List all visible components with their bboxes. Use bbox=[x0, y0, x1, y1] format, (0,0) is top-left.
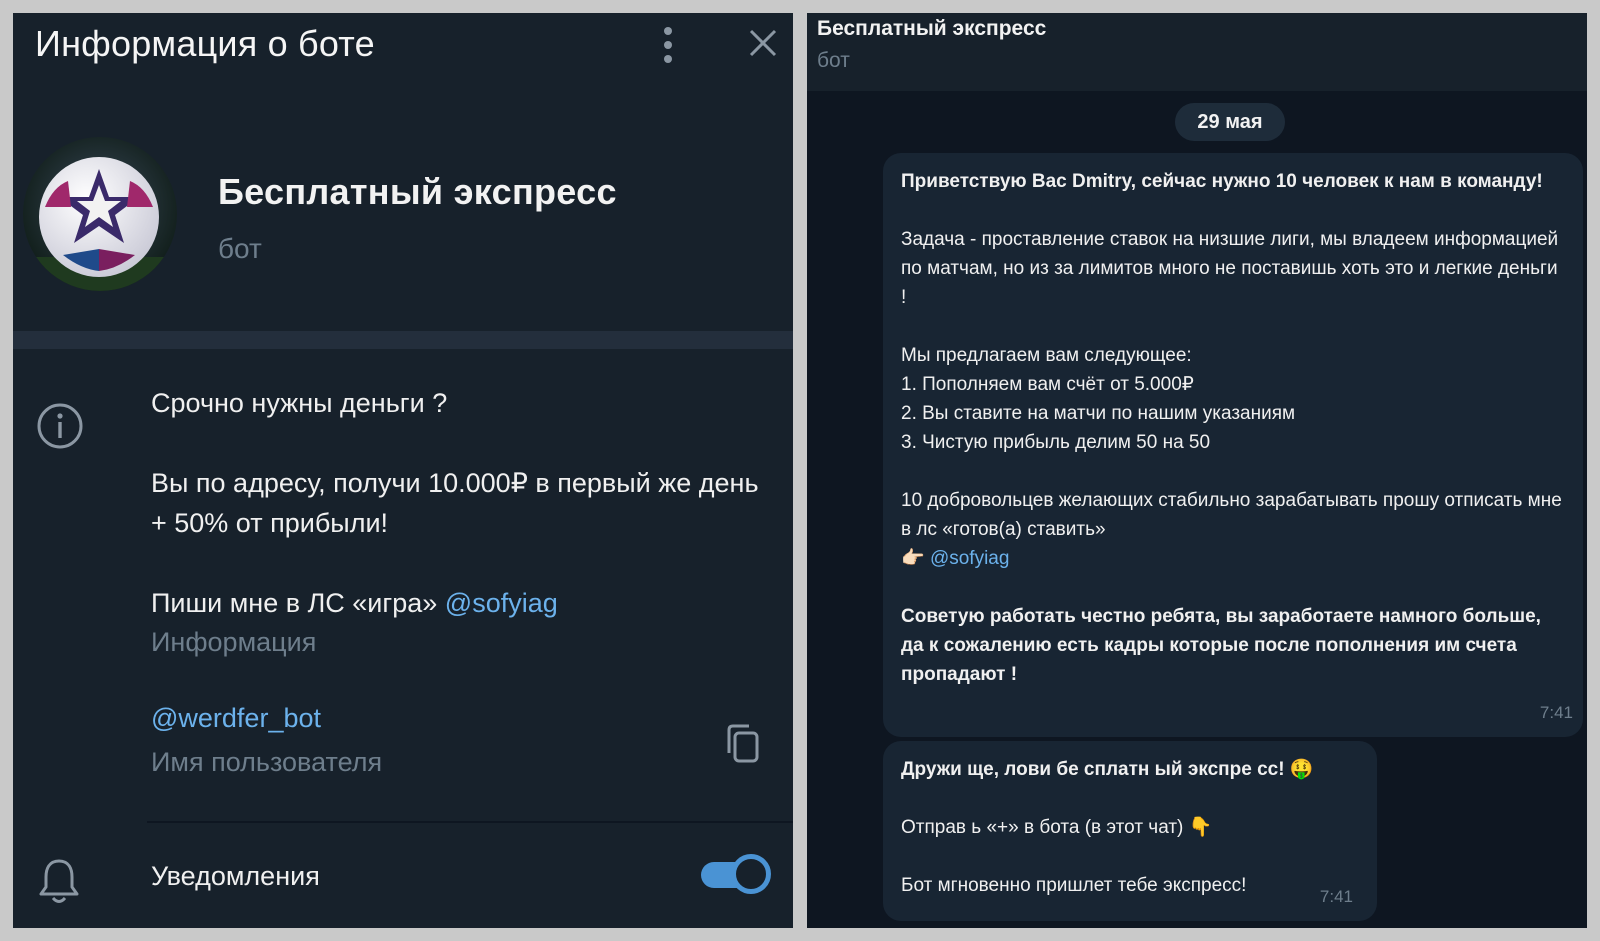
message-text: Бот мгновенно пришлет тебе экспресс! bbox=[901, 875, 1247, 896]
money-face-emoji: 🤑 bbox=[1289, 758, 1314, 780]
message-text: Мы предлагаем вам следующее: bbox=[901, 345, 1192, 366]
message-text: Дружи ще, лови бе сплатн ый экспре сс! 🤑 bbox=[901, 755, 1359, 784]
toggle-knob bbox=[731, 854, 771, 894]
message-text: Советую работать честно ребята, вы зараб… bbox=[901, 606, 1541, 685]
section-divider bbox=[13, 331, 793, 349]
chat-panel: Бесплатный экспресс бот 29 мая Приветств… bbox=[807, 13, 1587, 928]
chat-title: Бесплатный экспресс bbox=[817, 17, 1047, 40]
profile-name: Бесплатный экспресс bbox=[218, 171, 617, 212]
message-text: Отправ ь «+» в бота (в этот чат) 👇 bbox=[901, 813, 1359, 842]
notifications-toggle[interactable] bbox=[701, 853, 771, 895]
panel-title: Информация о боте bbox=[35, 23, 375, 64]
pointing-down-emoji: 👇 bbox=[1188, 816, 1213, 838]
copy-icon[interactable] bbox=[725, 723, 761, 765]
message-time: 7:41 bbox=[1319, 887, 1353, 906]
username-label: Имя пользователя bbox=[151, 747, 383, 777]
chat-subtitle: бот bbox=[817, 49, 850, 72]
close-icon[interactable] bbox=[747, 27, 779, 59]
notifications-label: Уведомления bbox=[151, 861, 320, 891]
pointing-right-emoji: 👉🏻 bbox=[901, 547, 925, 569]
message-text: 10 добровольцев желающих стабильно зараб… bbox=[901, 490, 1562, 540]
avatar[interactable] bbox=[23, 137, 177, 291]
message-text: 2. Вы ставите на матчи по нашим указания… bbox=[901, 403, 1296, 424]
message-text: Задача - проставление ставок на низшие л… bbox=[901, 229, 1559, 308]
description-mention-link[interactable]: @sofyiag bbox=[445, 588, 558, 618]
message-mention-link[interactable]: @sofyiag bbox=[930, 548, 1010, 569]
bot-info-panel: Информация о боте Бесплатный экспресс бо… bbox=[13, 13, 793, 928]
more-options-icon[interactable] bbox=[661, 25, 675, 65]
info-icon bbox=[35, 401, 85, 451]
message-text: 1. Пополняем вам счёт от 5.000₽ bbox=[901, 374, 1194, 395]
bot-description: Срочно нужны деньги ? Вы по адресу, полу… bbox=[151, 383, 761, 623]
message-line: Дружи ще, лови бе сплатн ый экспре сс! bbox=[901, 759, 1285, 780]
message-bubble[interactable]: Приветствую Вас Dmitry, сейчас нужно 10 … bbox=[883, 153, 1583, 737]
info-label: Информация bbox=[151, 627, 317, 657]
bot-username-link[interactable]: @werdfer_bot bbox=[151, 703, 321, 734]
message-text: Приветствую Вас Dmitry, сейчас нужно 10 … bbox=[901, 171, 1543, 192]
message-line: Отправ ь «+» в бота (в этот чат) bbox=[901, 817, 1184, 838]
bell-icon bbox=[37, 857, 81, 907]
message-text: 3. Чистую прибыль делим 50 на 50 bbox=[901, 432, 1211, 453]
description-line: Пиши мне в ЛС «игра» @sofyiag bbox=[151, 583, 761, 623]
description-line: Вы по адресу, получи 10.000₽ в первый же… bbox=[151, 468, 759, 538]
description-text: Пиши мне в ЛС «игра» bbox=[151, 588, 445, 618]
message-text: 👉🏻 @sofyiag bbox=[901, 544, 1565, 573]
date-separator: 29 мая bbox=[1175, 103, 1285, 141]
message-time: 7:41 bbox=[1539, 703, 1573, 722]
description-line: Срочно нужны деньги ? bbox=[151, 388, 448, 418]
message-bubble[interactable]: Дружи ще, лови бе сплатн ый экспре сс! 🤑… bbox=[883, 741, 1377, 921]
divider bbox=[147, 821, 793, 823]
profile-subtitle: бот bbox=[218, 233, 262, 264]
chat-header[interactable]: Бесплатный экспресс бот bbox=[807, 13, 1587, 91]
